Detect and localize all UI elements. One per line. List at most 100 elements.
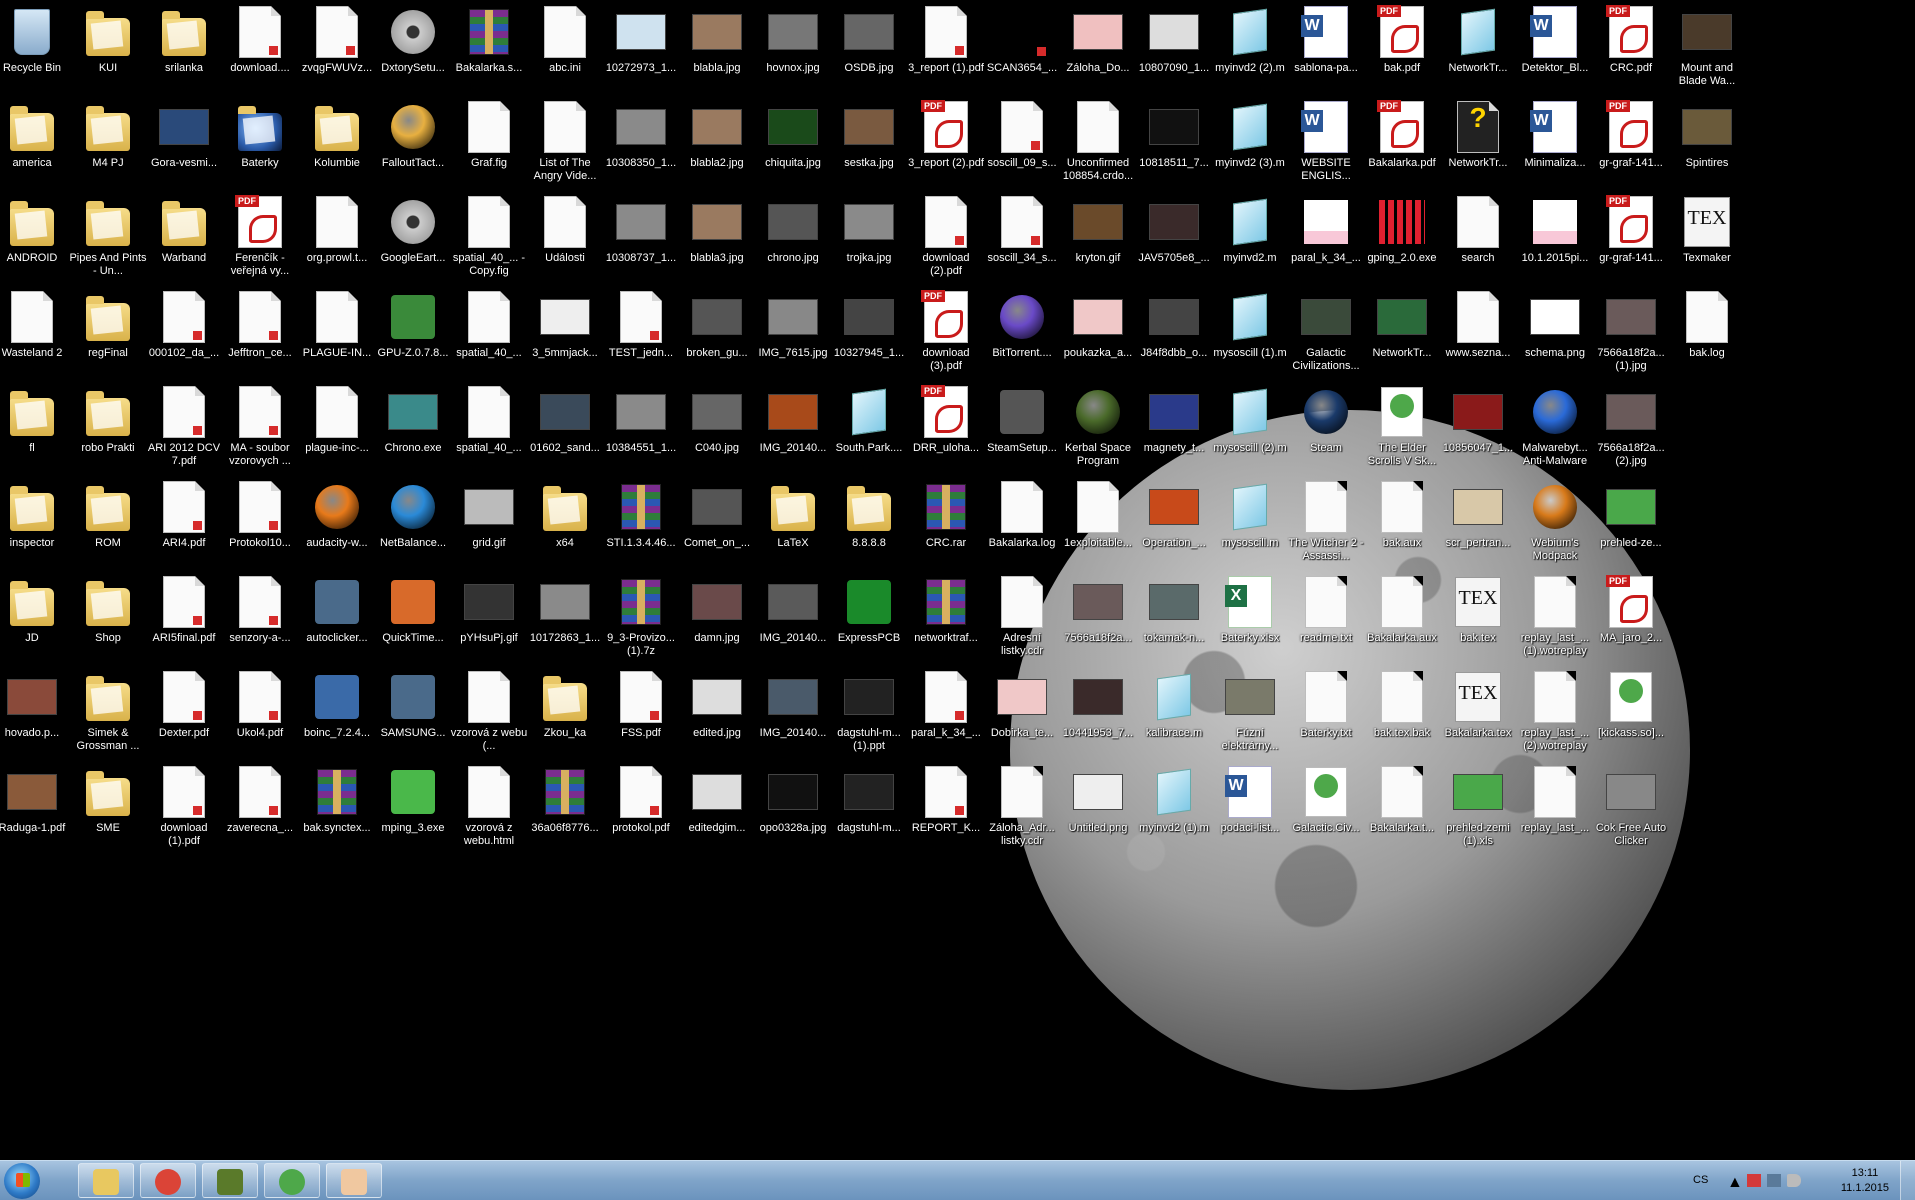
desktop-icon[interactable]: Gora-vesmi...: [146, 97, 222, 189]
desktop-icon[interactable]: IMG_20140...: [755, 667, 831, 759]
clock[interactable]: 13:11 11.1.2015: [1841, 1166, 1889, 1196]
desktop-icon[interactable]: inspector: [0, 477, 70, 569]
desktop-icon[interactable]: mysoscill.m: [1212, 477, 1288, 569]
desktop-icon[interactable]: Bakalarka.t...: [1364, 762, 1440, 854]
tray-expand-icon[interactable]: ▲: [1727, 1174, 1743, 1191]
desktop-icon[interactable]: Simek & Grossman ...: [70, 667, 146, 759]
desktop-icon[interactable]: Baterky.txt: [1288, 667, 1364, 759]
desktop-icon[interactable]: PDF Bakalarka.pdf: [1364, 97, 1440, 189]
desktop-icon[interactable]: poukazka_a...: [1060, 287, 1136, 379]
desktop-icon[interactable]: 10441953_7...: [1060, 667, 1136, 759]
desktop-icon[interactable]: vzorová z webu.html: [451, 762, 527, 854]
desktop-icon[interactable]: prehled-zemi (1).xls: [1440, 762, 1516, 854]
desktop-icon[interactable]: paral_k_34_...: [908, 667, 984, 759]
desktop-icon[interactable]: readme.txt: [1288, 572, 1364, 664]
desktop-icon[interactable]: Untitled.png: [1060, 762, 1136, 854]
desktop-icon[interactable]: chrono.jpg: [755, 192, 831, 284]
desktop-icon[interactable]: JD: [0, 572, 70, 664]
desktop-icon[interactable]: [kickass.so]...: [1593, 667, 1669, 759]
desktop-icon[interactable]: plague-inc-...: [299, 382, 375, 474]
desktop-icon[interactable]: boinc_7.2.4...: [299, 667, 375, 759]
desktop-icon[interactable]: ? NetworkTr...: [1440, 97, 1516, 189]
desktop-icon[interactable]: PDF Ferenčík - veřejná vy...: [222, 192, 298, 284]
desktop-icon[interactable]: ROM: [70, 477, 146, 569]
desktop-icon[interactable]: soscill_09_s...: [984, 97, 1060, 189]
desktop-icon[interactable]: LaTeX: [755, 477, 831, 569]
desktop-icon[interactable]: grid.gif: [451, 477, 527, 569]
desktop-icon[interactable]: 000102_da_...: [146, 287, 222, 379]
desktop-icon[interactable]: IMG_20140...: [755, 572, 831, 664]
desktop-icon[interactable]: 7566a18f2a... (2).jpg: [1593, 382, 1669, 474]
desktop-icon[interactable]: Bakalarka.log: [984, 477, 1060, 569]
desktop-icon[interactable]: TEX Bakalarka.tex: [1440, 667, 1516, 759]
desktop-icon[interactable]: Chrono.exe: [375, 382, 451, 474]
desktop-icon[interactable]: Bakalarka.aux: [1364, 572, 1440, 664]
desktop-icon[interactable]: PDF MA_jaro_2...: [1593, 572, 1669, 664]
desktop-icon[interactable]: Webium's Modpack: [1517, 477, 1593, 569]
desktop-icon[interactable]: 1exploitable...: [1060, 477, 1136, 569]
desktop-icon[interactable]: Comet_on_...: [679, 477, 755, 569]
desktop-icon[interactable]: 10.1.2015pi...: [1517, 192, 1593, 284]
desktop-icon[interactable]: PDF DRR_uloha...: [908, 382, 984, 474]
desktop-icon[interactable]: dagstuhl-m...: [831, 762, 907, 854]
network-icon[interactable]: [1767, 1174, 1781, 1187]
desktop-icon[interactable]: STI.1.3.4.46...: [603, 477, 679, 569]
desktop-icon[interactable]: 3_report (1).pdf: [908, 2, 984, 94]
desktop-icon[interactable]: protokol.pdf: [603, 762, 679, 854]
desktop-icon[interactable]: edited.jpg: [679, 667, 755, 759]
desktop-icon[interactable]: Spintires: [1669, 97, 1745, 189]
desktop-icon[interactable]: opo0328a.jpg: [755, 762, 831, 854]
desktop-icon[interactable]: gping_2.0.exe: [1364, 192, 1440, 284]
desktop-icon[interactable]: FSS.pdf: [603, 667, 679, 759]
desktop-icon[interactable]: 10272973_1...: [603, 2, 679, 94]
desktop-icon[interactable]: 36a06f8776...: [527, 762, 603, 854]
desktop-icon[interactable]: x64: [527, 477, 603, 569]
desktop-icon[interactable]: mysoscill (1).m: [1212, 287, 1288, 379]
desktop-icon[interactable]: List of The Angry Vide...: [527, 97, 603, 189]
desktop-icon[interactable]: mysoscill (2).m: [1212, 382, 1288, 474]
kerbal-taskbar-button[interactable]: [202, 1163, 258, 1198]
desktop-icon[interactable]: Malwarebyt... Anti-Malware: [1517, 382, 1593, 474]
desktop-icon[interactable]: DxtorySetu...: [375, 2, 451, 94]
desktop-icon[interactable]: www.sezna...: [1440, 287, 1516, 379]
desktop-icon[interactable]: PDF 3_report (2).pdf: [908, 97, 984, 189]
desktop-icon[interactable]: Baterky.xlsx: [1212, 572, 1288, 664]
desktop-icon[interactable]: Bakalarka.s...: [451, 2, 527, 94]
desktop-icon[interactable]: Mount and Blade Wa...: [1669, 2, 1745, 94]
desktop-icon[interactable]: The Witcher 2 - Assassi...: [1288, 477, 1364, 569]
desktop-icon[interactable]: Steam: [1288, 382, 1364, 474]
desktop-icon[interactable]: blabla.jpg: [679, 2, 755, 94]
desktop-icon[interactable]: download (1).pdf: [146, 762, 222, 854]
volume-icon[interactable]: [1787, 1174, 1801, 1187]
desktop-icon[interactable]: myinvd2 (2).m: [1212, 2, 1288, 94]
desktop-icon[interactable]: NetworkTr...: [1440, 2, 1516, 94]
desktop-icon[interactable]: vzorová z webu (...: [451, 667, 527, 759]
desktop-icon[interactable]: PDF CRC.pdf: [1593, 2, 1669, 94]
desktop-icon[interactable]: paral_k_34_...: [1288, 192, 1364, 284]
desktop-icon[interactable]: regFinal: [70, 287, 146, 379]
explorer-taskbar-button[interactable]: [78, 1163, 134, 1198]
desktop-icon[interactable]: bak.log: [1669, 287, 1745, 379]
desktop-icon[interactable]: blabla2.jpg: [679, 97, 755, 189]
desktop-icon[interactable]: sestka.jpg: [831, 97, 907, 189]
desktop-icon[interactable]: bak.tex.bak: [1364, 667, 1440, 759]
desktop-icon[interactable]: Kerbal Space Program: [1060, 382, 1136, 474]
desktop-icon[interactable]: myinvd2 (1).m: [1136, 762, 1212, 854]
desktop-icon[interactable]: download (2).pdf: [908, 192, 984, 284]
desktop-icon[interactable]: replay_last_...: [1517, 762, 1593, 854]
desktop-icon[interactable]: Shop: [70, 572, 146, 664]
desktop-icon[interactable]: Ukol4.pdf: [222, 667, 298, 759]
desktop-icon[interactable]: 7566a18f2a... (1).jpg: [1593, 287, 1669, 379]
desktop-icon[interactable]: BitTorrent....: [984, 287, 1060, 379]
desktop-icon[interactable]: Galactic.Civ...: [1288, 762, 1364, 854]
desktop-icon[interactable]: Zkou_ka: [527, 667, 603, 759]
desktop-icon[interactable]: replay_last_... (2).wotreplay: [1517, 667, 1593, 759]
desktop-icon[interactable]: fl: [0, 382, 70, 474]
desktop-icon[interactable]: Události: [527, 192, 603, 284]
desktop-icon[interactable]: TEST_jedn...: [603, 287, 679, 379]
desktop-icon[interactable]: Pipes And Pints - Un...: [69, 192, 147, 284]
desktop-icon[interactable]: Kolumbie: [299, 97, 375, 189]
desktop-icon[interactable]: QuickTime...: [375, 572, 451, 664]
language-indicator[interactable]: CS: [1693, 1174, 1708, 1186]
desktop-icon[interactable]: SME: [70, 762, 146, 854]
